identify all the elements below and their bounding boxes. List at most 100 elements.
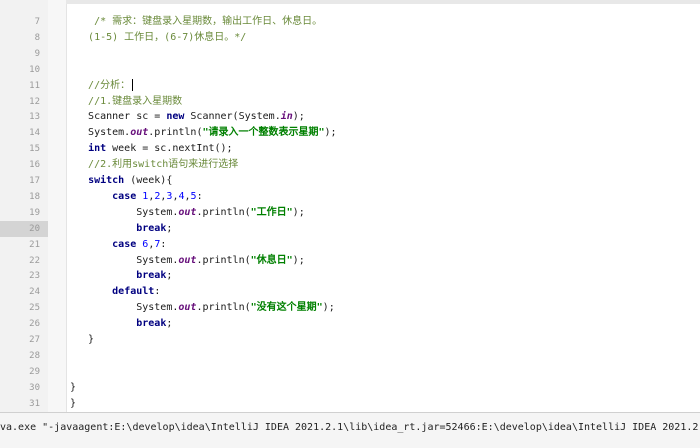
code-token-comment: //1.键盘录入星期数 [70, 95, 183, 107]
line-number: 30 [29, 382, 40, 393]
line-number: 20 [29, 223, 40, 234]
text-caret [132, 78, 134, 91]
code-text: Scanner sc = new Scanner(System.in); [70, 109, 305, 125]
line-number: 16 [29, 160, 40, 171]
code-line[interactable]: 29 [0, 364, 700, 380]
line-number: 12 [29, 96, 40, 107]
code-text: System.out.println("没有这个星期"); [70, 300, 335, 316]
code-line[interactable]: 21 case 6,7: [0, 237, 700, 253]
code-line[interactable]: 19 System.out.println("工作日"); [0, 205, 700, 221]
line-number: 24 [29, 287, 40, 298]
code-token-plain: System. [70, 127, 131, 139]
code-line[interactable]: 25 System.out.println("没有这个星期"); [0, 300, 700, 316]
code-token-field: out [178, 254, 197, 266]
line-number: 8 [34, 32, 40, 43]
code-token-plain: ); [324, 127, 337, 139]
code-line[interactable]: 28 [0, 348, 700, 364]
code-text: } [70, 332, 94, 348]
code-line[interactable]: 9 [0, 46, 700, 62]
code-token-plain: } [70, 381, 77, 393]
code-token-plain: ); [322, 302, 335, 314]
code-line[interactable]: 23 break; [0, 268, 700, 284]
code-text: (1-5) 工作日，(6-7)休息日。*/ [70, 30, 246, 46]
console-output-line: va.exe "-javaagent:E:\develop\idea\Intel… [0, 422, 700, 433]
code-token-plain: System. [70, 302, 179, 314]
line-number: 11 [29, 80, 40, 91]
code-token-plain: ); [292, 111, 305, 123]
code-line[interactable]: 18 case 1,2,3,4,5: [0, 189, 700, 205]
line-number: 31 [29, 398, 40, 409]
code-token-comment: /* 需求：键盘录入星期数，输出工作日、休息日。 [70, 16, 323, 27]
code-line[interactable]: 8 (1-5) 工作日，(6-7)休息日。*/ [0, 30, 700, 46]
code-line[interactable]: 30} [0, 380, 700, 396]
code-token-kw: case [112, 190, 137, 202]
code-token-comment: //分析： [70, 79, 131, 91]
code-line[interactable]: 24 default: [0, 284, 700, 300]
code-line[interactable]: 26 break; [0, 316, 700, 332]
code-text: default: [70, 284, 160, 300]
code-text: case 1,2,3,4,5: [70, 189, 203, 205]
code-text: break; [70, 221, 172, 237]
line-number: 9 [34, 48, 40, 59]
code-line[interactable]: 7 /* 需求：键盘录入星期数，输出工作日、休息日。 [0, 14, 700, 30]
code-token-plain: .println( [196, 302, 251, 314]
code-line[interactable]: 11 //分析： [0, 78, 700, 94]
code-text: int week = sc.nextInt(); [70, 141, 233, 157]
code-token-plain: ; [166, 222, 173, 234]
code-line[interactable]: 31} [0, 396, 700, 412]
code-token-field: out [178, 302, 197, 314]
code-token-field: out [130, 127, 149, 139]
line-number: 29 [29, 366, 40, 377]
line-number: 15 [29, 144, 40, 155]
code-token-plain: (week){ [124, 175, 173, 186]
line-number: 23 [29, 271, 40, 282]
code-token-kw: break [136, 270, 167, 282]
code-line[interactable]: 15 int week = sc.nextInt(); [0, 141, 700, 157]
code-text: /* 需求：键盘录入星期数，输出工作日、休息日。 [70, 14, 322, 30]
code-token-plain: ; [166, 318, 173, 330]
code-text: break; [70, 268, 172, 284]
code-line[interactable]: 27 } [0, 332, 700, 348]
code-token-plain: System. [70, 206, 179, 218]
code-text: switch (week){ [70, 173, 172, 189]
code-token-str: "休息日" [250, 254, 293, 266]
code-editor[interactable]: 7 /* 需求：键盘录入星期数，输出工作日、休息日。 8 (1-5) 工作日，(6… [0, 0, 700, 412]
code-token-kw: break [136, 318, 167, 330]
code-token-plain: ); [292, 206, 305, 218]
code-line[interactable]: 16 //2.利用switch语句来进行选择 [0, 157, 700, 173]
code-token-plain: week = sc.nextInt(); [106, 143, 233, 155]
code-text: System.out.println("请录入一个整数表示星期"); [70, 125, 337, 141]
code-token-plain: Scanner(System. [184, 111, 281, 123]
code-line[interactable]: 22 System.out.println("休息日"); [0, 253, 700, 269]
code-text: System.out.println("休息日"); [70, 253, 305, 269]
code-line[interactable]: 13 Scanner sc = new Scanner(System.in); [0, 109, 700, 125]
code-token-field: out [178, 206, 197, 218]
code-token-plain: ); [292, 254, 305, 266]
code-line[interactable]: 17 switch (week){ [0, 173, 700, 189]
code-token-plain: } [70, 334, 95, 345]
code-token-comment: //2.利用switch语句来进行选择 [70, 159, 239, 171]
code-token-field: in [280, 111, 293, 123]
editor-top-strip [66, 0, 700, 4]
run-console[interactable]: va.exe "-javaagent:E:\develop\idea\Intel… [0, 412, 700, 448]
code-token-plain: : [196, 190, 203, 202]
line-number: 13 [29, 112, 40, 123]
code-token-kw: int [88, 143, 107, 155]
code-line[interactable]: 14 System.out.println("请录入一个整数表示星期"); [0, 125, 700, 141]
code-line[interactable]: 20 break; [0, 220, 700, 237]
line-number: 17 [29, 176, 40, 186]
code-text: } [70, 396, 76, 412]
code-text: System.out.println("工作日"); [70, 205, 305, 221]
line-number: 18 [29, 191, 40, 202]
line-number: 26 [29, 319, 40, 330]
line-number: 25 [29, 303, 40, 314]
code-token-str: "请录入一个整数表示星期" [202, 127, 325, 139]
code-line[interactable]: 12 //1.键盘录入星期数 [0, 94, 700, 110]
code-line[interactable]: 10 [0, 62, 700, 78]
code-token-plain: : [154, 286, 161, 298]
